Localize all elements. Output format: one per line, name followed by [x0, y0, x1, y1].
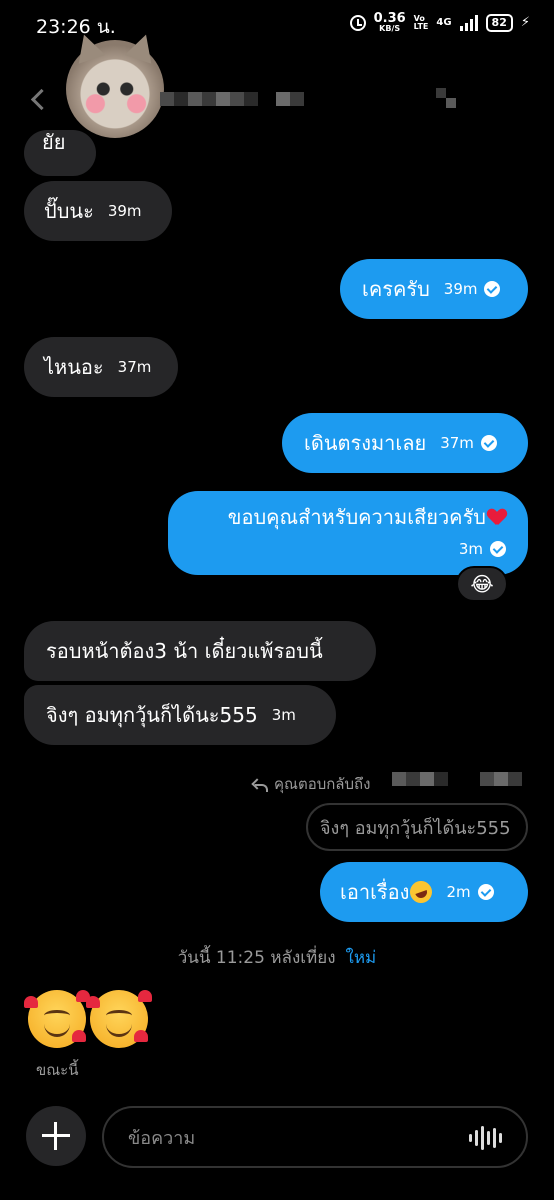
read-check-icon [484, 281, 501, 297]
volte-icon: Vo LTE [413, 14, 429, 31]
alarm-icon [349, 14, 366, 31]
reply-context-label: คุณตอบกลับถึง [252, 772, 370, 796]
message-bubble-outgoing[interactable]: เครครับ 39m [340, 259, 528, 319]
message-bubble-incoming[interactable]: ไหนอะ 37m [24, 337, 178, 397]
voice-message-icon[interactable] [469, 1126, 502, 1150]
smiling-face-with-hearts-icon [86, 990, 152, 1048]
censored-name-block [392, 772, 448, 786]
signal-icon [459, 14, 478, 31]
rolling-laughing-icon [407, 877, 436, 907]
message-bubble-incoming[interactable]: ปั๊บนะ 39m [24, 181, 172, 241]
smiling-face-with-hearts-icon [24, 990, 90, 1048]
sent-status-label: ขณะนี้ [36, 1061, 79, 1079]
message-input-placeholder: ข้อความ [128, 1127, 196, 1149]
volte-bottom: LTE [413, 21, 429, 31]
message-time: 37m [117, 358, 152, 376]
censored-name-block [480, 772, 522, 786]
reply-arrow-icon [252, 777, 268, 792]
message-bubble-incoming[interactable]: ยัย [24, 130, 96, 176]
message-time: 39m [107, 202, 142, 220]
message-input[interactable]: ข้อความ [102, 1106, 528, 1168]
censored-name-block [436, 88, 456, 108]
message-text: เดินตรงมาเลย [304, 431, 427, 455]
censored-name-block [160, 92, 258, 106]
message-text: เครครับ [362, 277, 430, 301]
message-bubble-outgoing[interactable]: เอาเรื่อง 2m [320, 862, 528, 922]
reply-label-text: คุณตอบกลับถึง [274, 775, 371, 793]
message-bubble-outgoing[interactable]: ขอบคุณสำหรับความเสียวครับ 3m [168, 491, 528, 575]
network-type: 4G [436, 17, 452, 28]
back-arrow-icon[interactable] [30, 88, 52, 110]
message-text: จิงๆ อมทุกวุ้นก็ได้นะ555 [46, 703, 258, 727]
quoted-message[interactable]: จิงๆ อมทุกวุ้นก็ได้นะ555 [306, 803, 528, 851]
avatar[interactable] [66, 30, 164, 138]
message-text: ขอบคุณสำหรับความเสียวครับ [227, 505, 486, 529]
date-divider-text: วันนี้ 11:25 หลังเที่ยง [177, 948, 336, 968]
battery-level: 82 [485, 13, 513, 32]
message-text: ไหนอะ [44, 355, 104, 379]
message-bubble-incoming[interactable]: จิงๆ อมทุกวุ้นก็ได้นะ555 3m [24, 685, 336, 745]
new-label: ใหม่ [345, 948, 377, 968]
message-time: 37m [440, 434, 474, 452]
read-check-icon [477, 884, 494, 900]
charging-icon: ⚡ [520, 15, 530, 30]
emoji-message[interactable] [24, 990, 152, 1048]
message-bubble-incoming[interactable]: รอบหน้าต้อง3 น้า เดี๋ยวแพ้รอบนี้ [24, 621, 376, 681]
read-check-icon [480, 435, 497, 451]
message-text: ปั๊บนะ [44, 199, 94, 223]
read-check-icon [490, 541, 506, 557]
chat-header [0, 30, 554, 140]
message-text: เอาเรื่อง [340, 880, 410, 904]
status-icons: 0.36 KB/S Vo LTE 4G 82 ⚡ [349, 12, 530, 33]
red-heart-icon [488, 509, 506, 525]
message-time: 3m [271, 706, 296, 724]
add-attachment-button[interactable] [26, 1106, 86, 1166]
message-reaction[interactable]: 😂 [456, 566, 508, 602]
censored-name-block [276, 92, 304, 106]
network-speed: 0.36 KB/S [374, 12, 406, 33]
message-text: รอบหน้าต้อง3 น้า เดี๋ยวแพ้รอบนี้ [46, 639, 323, 663]
message-text: ยัย [42, 130, 66, 154]
message-time: 39m [443, 280, 478, 298]
date-divider: วันนี้ 11:25 หลังเที่ยง ใหม่ [0, 944, 554, 971]
message-time: 3m [458, 540, 483, 558]
message-bubble-outgoing[interactable]: เดินตรงมาเลย 37m [282, 413, 528, 473]
message-time: 2m [446, 883, 471, 901]
network-speed-unit: KB/S [379, 24, 401, 33]
